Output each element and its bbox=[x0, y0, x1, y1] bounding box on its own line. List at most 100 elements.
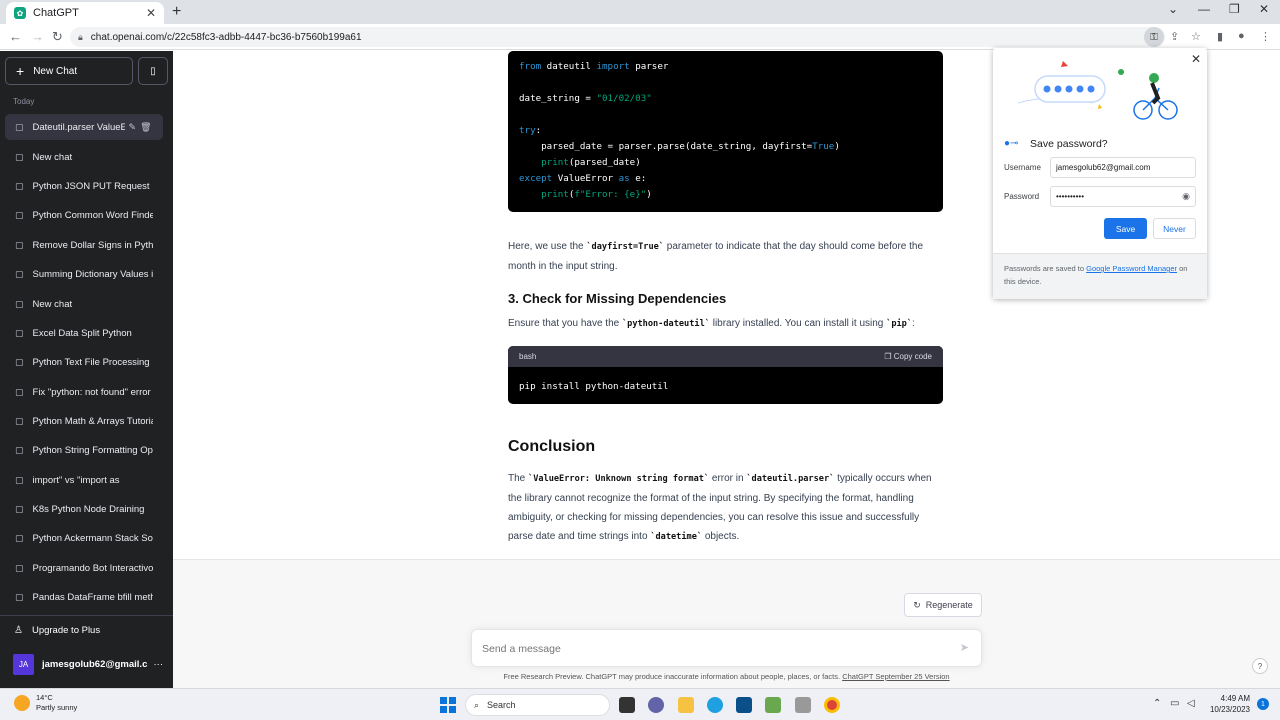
code-line: except ValueError as e: bbox=[519, 173, 647, 184]
browser-tab[interactable]: ✿ ChatGPT ✕ bbox=[6, 2, 164, 24]
volume-icon[interactable]: ◁ bbox=[1187, 698, 1195, 709]
edge-icon[interactable] bbox=[707, 697, 723, 713]
share-icon[interactable]: ⇪ bbox=[1170, 30, 1179, 43]
tab-search-icon[interactable]: ⌄ bbox=[1168, 2, 1178, 16]
never-button[interactable]: Never bbox=[1153, 218, 1196, 239]
notepad-icon[interactable] bbox=[765, 697, 781, 713]
sidebar-chat-item[interactable]: ▢ New chat bbox=[5, 144, 163, 170]
window-close-icon[interactable]: ✕ bbox=[1259, 2, 1269, 16]
chat-bubble-icon: ▢ bbox=[15, 503, 24, 514]
password-field[interactable]: •••••••••• ◉ bbox=[1050, 186, 1196, 207]
new-chat-label: New Chat bbox=[33, 65, 78, 77]
save-button[interactable]: Save bbox=[1104, 218, 1147, 239]
sidebar-chat-item[interactable]: ▢ Python Math & Arrays Tutorial bbox=[5, 408, 163, 434]
sidebar-chat-item[interactable]: ▢ Remove Dollar Signs in Python bbox=[5, 232, 163, 258]
chat-item-label: New chat bbox=[32, 298, 73, 310]
footer-disclaimer: Free Research Preview. ChatGPT may produ… bbox=[503, 672, 950, 681]
sidebar-chat-item[interactable]: ▢ Python Text File Processing bbox=[5, 349, 163, 375]
chat-app-icon[interactable] bbox=[648, 697, 664, 713]
reload-icon[interactable]: ↻ bbox=[52, 29, 63, 45]
sidebar-chat-item[interactable]: ▢ import" vs "import as bbox=[5, 467, 163, 493]
copy-code-button[interactable]: ❐ Copy code bbox=[884, 352, 932, 361]
chat-bubble-icon: ▢ bbox=[15, 386, 24, 397]
password-manager-link[interactable]: Google Password Manager bbox=[1086, 264, 1177, 273]
code-line: print(parsed_date) bbox=[541, 157, 641, 168]
sidebar-chat-item[interactable]: ▢ Fix "python: not found" error bbox=[5, 379, 163, 405]
sidebar-chat-item[interactable]: ▢ Summing Dictionary Values in bbox=[5, 261, 163, 287]
chat-item-label: Python String Formatting Op bbox=[32, 444, 153, 456]
minimize-icon[interactable]: — bbox=[1198, 2, 1210, 16]
sidebar-chat-item[interactable]: ▢ K8s Python Node Draining bbox=[5, 496, 163, 522]
upgrade-label: Upgrade to Plus bbox=[31, 625, 101, 636]
edit-icon[interactable]: ✎ bbox=[129, 122, 137, 133]
date: 10/23/2023 bbox=[1209, 705, 1250, 714]
browser-tabbar: ✿ ChatGPT ✕ + ⌄ — ❐ ✕ bbox=[0, 0, 1280, 24]
heading-conclusion: Conclusion bbox=[508, 438, 596, 455]
sidebar-chat-item[interactable]: ▢ Python Ackermann Stack Sol bbox=[5, 525, 163, 551]
regenerate-button[interactable]: ↻ Regenerate bbox=[904, 593, 982, 617]
chat-bubble-icon: ▢ bbox=[15, 444, 24, 455]
username-field[interactable]: jamesgolub62@gmail.com bbox=[1050, 157, 1196, 178]
password-illustration-icon bbox=[1017, 61, 1178, 120]
clock[interactable]: 4:49 AM 10/23/2023 bbox=[1206, 693, 1250, 715]
key-icon: ●⊸ bbox=[1004, 138, 1019, 149]
chatgpt-favicon-icon: ✿ bbox=[14, 7, 26, 19]
windows-taskbar: 14°C Partly sunny ⌕ Search ⌃ ▭ ◁ 4:49 AM… bbox=[0, 688, 1280, 720]
task-view-icon[interactable] bbox=[619, 697, 635, 713]
sidebar-chat-item[interactable]: ▢ New chat bbox=[5, 291, 163, 317]
code-line: print(f"Error: {e}") bbox=[541, 189, 652, 200]
sidebar-chat-item[interactable]: ▢ Pandas DataFrame bfill meth bbox=[5, 584, 163, 610]
help-button[interactable]: ? bbox=[1252, 658, 1268, 674]
more-options-icon[interactable]: ··· bbox=[154, 659, 164, 670]
chat-bubble-icon: ▢ bbox=[15, 591, 24, 602]
chrome-icon[interactable] bbox=[824, 697, 840, 713]
message-input[interactable] bbox=[482, 640, 942, 658]
back-icon[interactable]: ← bbox=[9, 29, 22, 44]
chat-item-label: K8s Python Node Draining bbox=[32, 503, 145, 515]
new-tab-icon[interactable]: + bbox=[172, 3, 181, 21]
sidebar-chat-item-active[interactable]: ▢ Dateutil.parser ValueError ✎ 🗑︎ bbox=[5, 114, 163, 140]
eye-icon[interactable]: ◉ bbox=[1182, 191, 1190, 202]
password-key-icon[interactable]: ⚿ bbox=[1144, 27, 1164, 47]
user-email: jamesgolub62@gmail.c bbox=[42, 659, 148, 670]
send-icon[interactable]: ➤ bbox=[960, 641, 969, 654]
save-password-dialog: ✕ ●⊸ Save password? Username jamesgolub6… bbox=[993, 48, 1207, 299]
new-chat-button[interactable]: + New Chat bbox=[5, 57, 133, 85]
maximize-icon[interactable]: ❐ bbox=[1229, 2, 1240, 16]
windows-start-icon[interactable] bbox=[440, 697, 456, 713]
sidebar-chat-item[interactable]: ▢ Python Common Word Finder bbox=[5, 202, 163, 228]
bookmark-star-icon[interactable]: ☆ bbox=[1191, 30, 1201, 43]
notification-badge[interactable]: 1 bbox=[1257, 698, 1269, 710]
app-icon[interactable] bbox=[795, 697, 811, 713]
tray-chevron-icon[interactable]: ⌃ bbox=[1153, 698, 1161, 709]
store-icon[interactable] bbox=[736, 697, 752, 713]
trash-icon[interactable]: 🗑︎ bbox=[140, 122, 151, 133]
forward-icon[interactable]: → bbox=[31, 29, 44, 44]
sidebar-chat-item[interactable]: ▢ Programando Bot Interactivo bbox=[5, 555, 163, 581]
code-line: date_string = "01/02/03" bbox=[519, 93, 652, 104]
chat-bubble-icon: ▢ bbox=[15, 356, 24, 367]
side-panel-icon[interactable]: ▮ bbox=[1217, 30, 1223, 43]
upgrade-to-plus-button[interactable]: ♙ Upgrade to Plus bbox=[14, 625, 100, 636]
close-icon[interactable]: ✕ bbox=[1191, 52, 1201, 66]
profile-icon[interactable]: ● bbox=[1238, 30, 1245, 42]
user-menu[interactable]: JA jamesgolub62@gmail.c ··· bbox=[13, 654, 163, 675]
weather-widget[interactable]: 14°C Partly sunny bbox=[14, 693, 77, 713]
chat-item-label: Programando Bot Interactivo bbox=[32, 562, 153, 574]
chat-item-label: Summing Dictionary Values in bbox=[32, 268, 153, 280]
sidebar-toggle-button[interactable]: ▯ bbox=[138, 57, 168, 85]
close-tab-icon[interactable]: ✕ bbox=[146, 6, 156, 20]
chat-item-label: Python JSON PUT Request bbox=[32, 180, 150, 192]
sidebar-chat-item[interactable]: ▢ Excel Data Split Python bbox=[5, 320, 163, 346]
file-explorer-icon[interactable] bbox=[678, 697, 694, 713]
chat-item-label: Python Math & Arrays Tutorial bbox=[32, 415, 153, 427]
network-icon[interactable]: ▭ bbox=[1170, 698, 1179, 709]
sidebar-chat-item[interactable]: ▢ Python JSON PUT Request bbox=[5, 173, 163, 199]
chat-bubble-icon: ▢ bbox=[15, 415, 24, 426]
message-composer: ➤ bbox=[471, 629, 982, 667]
menu-kebab-icon[interactable]: ⋮ bbox=[1260, 30, 1271, 43]
taskbar-search[interactable]: ⌕ Search bbox=[465, 694, 610, 716]
version-link[interactable]: ChatGPT September 25 Version bbox=[842, 672, 949, 681]
sidebar-chat-item[interactable]: ▢ Python String Formatting Op bbox=[5, 437, 163, 463]
address-bar[interactable]: 🔒︎ chat.openai.com/c/22c58fc3-adbb-4447-… bbox=[70, 27, 1165, 47]
